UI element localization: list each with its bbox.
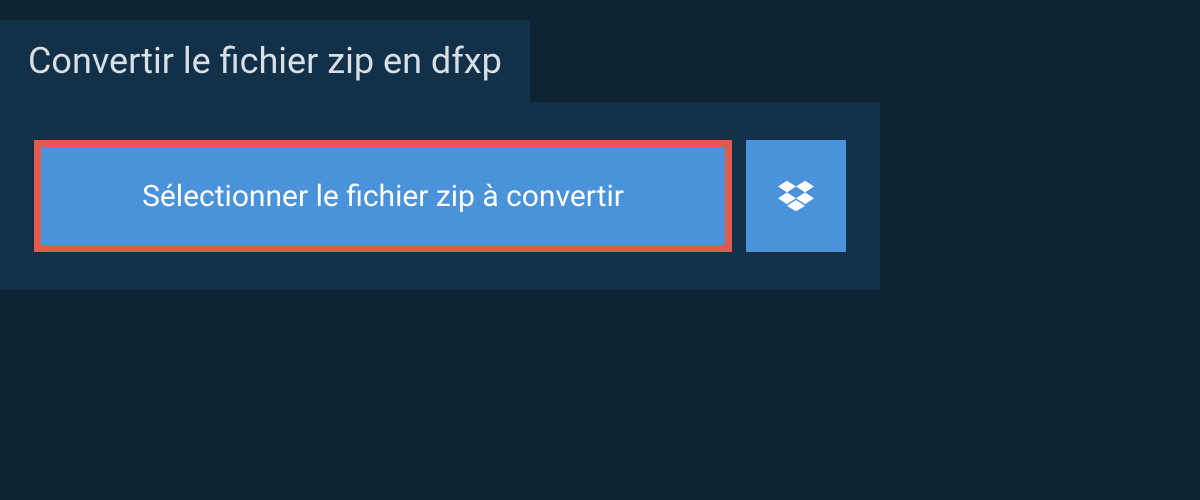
button-row: Sélectionner le fichier zip à convertir	[34, 140, 846, 252]
select-file-button[interactable]: Sélectionner le fichier zip à convertir	[34, 140, 732, 252]
select-file-label: Sélectionner le fichier zip à convertir	[142, 179, 624, 214]
page-title: Convertir le fichier zip en dfxp	[28, 40, 502, 82]
upload-panel: Sélectionner le fichier zip à convertir	[0, 102, 880, 290]
dropbox-button[interactable]	[746, 140, 846, 252]
dropbox-icon	[778, 180, 814, 212]
title-bar: Convertir le fichier zip en dfxp	[0, 20, 530, 102]
